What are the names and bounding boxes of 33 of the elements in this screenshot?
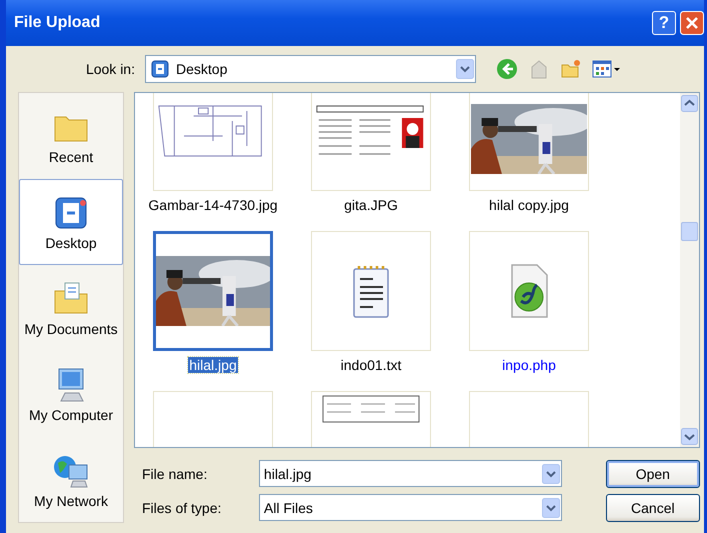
file-name-field[interactable]: hilal.jpg: [258, 460, 562, 487]
places-item[interactable]: My Network: [19, 437, 123, 522]
desktop-icon: [150, 59, 170, 79]
file-thumbnail[interactable]: [153, 231, 273, 351]
help-button[interactable]: ?: [652, 11, 676, 35]
places-item[interactable]: Desktop: [19, 179, 123, 265]
file-name: hilal.jpg: [188, 357, 238, 373]
file-type-dropdown[interactable]: All Files: [258, 494, 562, 521]
php-file-icon: [509, 263, 549, 319]
places-item[interactable]: My Computer: [19, 351, 123, 437]
scroll-up-button[interactable]: [681, 95, 698, 112]
open-button[interactable]: Open: [606, 460, 700, 488]
file-type-label: Files of type:: [142, 500, 222, 516]
file-name: hilal copy.jpg: [488, 197, 570, 213]
look-in-dropdown[interactable]: Desktop: [145, 55, 476, 83]
text-file-icon: [351, 263, 391, 319]
file-name: Gambar-14-4730.jpg: [147, 197, 279, 213]
places-item[interactable]: Recent: [19, 93, 123, 179]
cancel-button[interactable]: Cancel: [606, 494, 700, 522]
window-title: File Upload: [14, 14, 102, 32]
scroll-down-button[interactable]: [681, 428, 698, 445]
close-button[interactable]: [680, 11, 704, 35]
new-folder-icon[interactable]: [560, 58, 582, 80]
file-name: indo01.txt: [340, 357, 402, 373]
back-icon[interactable]: [496, 58, 518, 80]
scroll-thumb[interactable]: [681, 222, 698, 241]
scrollbar[interactable]: [680, 93, 699, 447]
file-name: gita.JPG: [343, 197, 399, 213]
file-name: inpo.php: [501, 357, 557, 373]
look-in-label: Look in:: [84, 61, 136, 77]
views-menu-icon[interactable]: [592, 58, 622, 80]
file-name-label: File name:: [142, 466, 208, 482]
places-item[interactable]: My Documents: [19, 265, 123, 351]
